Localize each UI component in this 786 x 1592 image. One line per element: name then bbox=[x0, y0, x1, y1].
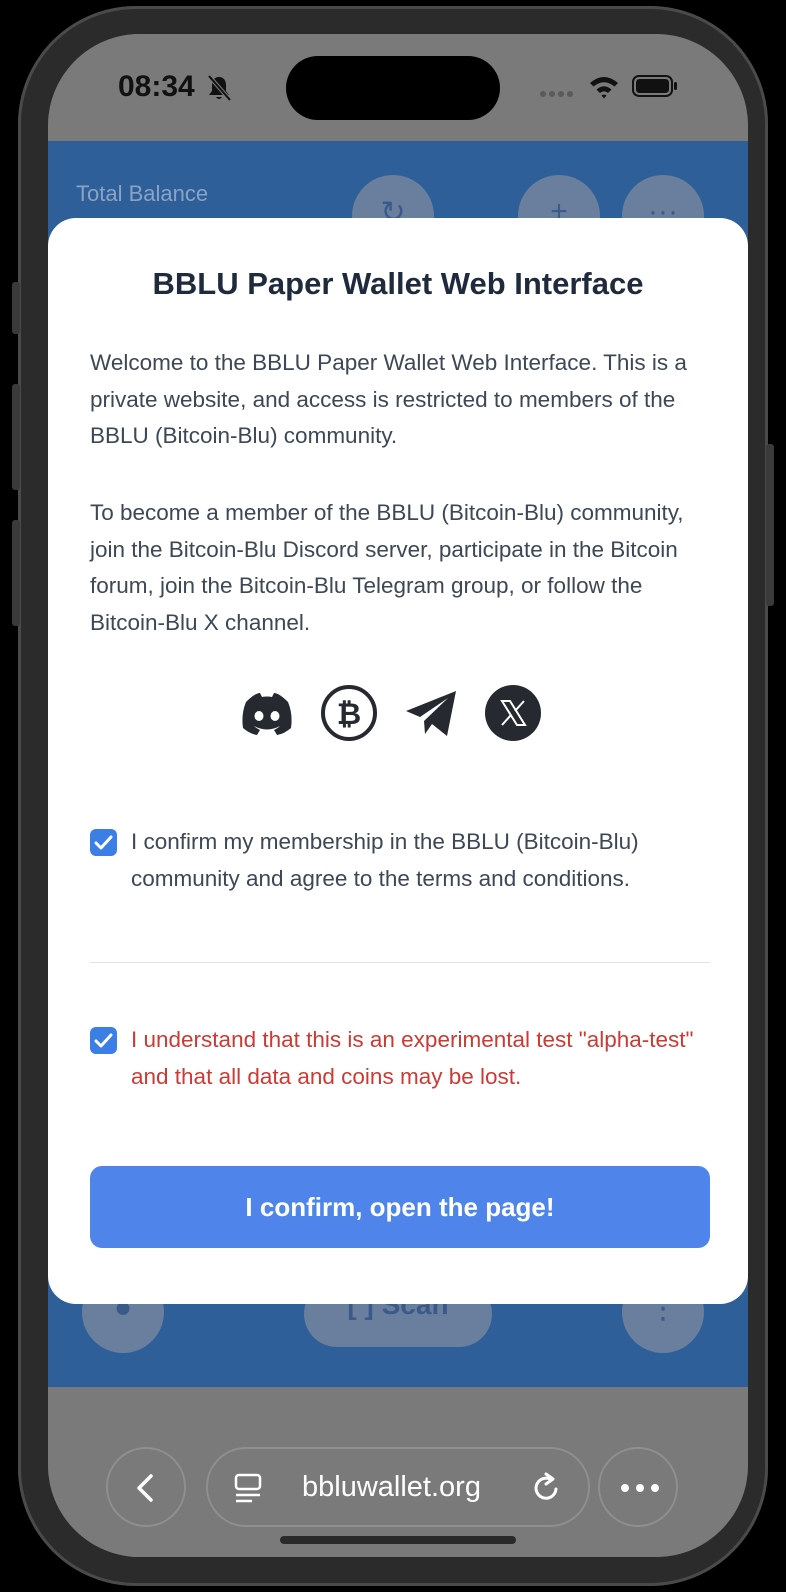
status-time: 08:34 bbox=[118, 70, 195, 103]
bell-slash-icon bbox=[207, 74, 232, 102]
address-bar[interactable]: bbluwallet.org bbox=[206, 1447, 590, 1527]
battery-icon bbox=[632, 75, 677, 97]
alpha-test-checkbox-label[interactable]: I understand that this is an experimenta… bbox=[131, 1022, 711, 1095]
cellular-signal-icon bbox=[540, 84, 576, 102]
svg-text:₿: ₿ bbox=[337, 697, 361, 732]
dynamic-island bbox=[286, 56, 500, 120]
x-icon[interactable] bbox=[484, 684, 542, 742]
browser-toolbar: bbluwallet.org bbox=[48, 1387, 748, 1557]
back-button[interactable] bbox=[106, 1447, 186, 1527]
ellipsis-icon bbox=[621, 1484, 659, 1492]
screen: Total Balance ↻ + ··· ● [ ] Scan ⋮ 08:34… bbox=[48, 34, 748, 1557]
home-indicator bbox=[280, 1536, 516, 1544]
wifi-icon bbox=[590, 77, 618, 99]
social-links: ₿ bbox=[238, 684, 558, 744]
status-bar: 08:34 bbox=[48, 34, 748, 141]
total-balance-label: Total Balance bbox=[76, 181, 209, 206]
telegram-icon[interactable] bbox=[402, 684, 460, 742]
confirm-open-page-button[interactable]: I confirm, open the page! bbox=[90, 1166, 710, 1248]
membership-checkbox[interactable] bbox=[90, 829, 117, 856]
membership-checkbox-label[interactable]: I confirm my membership in the BBLU (Bit… bbox=[131, 824, 711, 897]
power-button bbox=[766, 444, 774, 606]
volume-up-button bbox=[12, 384, 20, 490]
modal-title: BBLU Paper Wallet Web Interface bbox=[152, 266, 644, 301]
more-options-button[interactable] bbox=[598, 1447, 678, 1527]
volume-down-button bbox=[12, 520, 20, 626]
bitcoin-icon[interactable]: ₿ bbox=[320, 684, 378, 742]
access-modal: BBLU Paper Wallet Web Interface Welcome … bbox=[48, 218, 748, 1304]
action-button bbox=[12, 282, 20, 334]
checkmark-icon bbox=[94, 1033, 113, 1048]
url-text[interactable]: bbluwallet.org bbox=[302, 1471, 481, 1504]
alpha-test-checkbox[interactable] bbox=[90, 1027, 117, 1054]
reload-icon[interactable] bbox=[530, 1472, 562, 1504]
membership-paragraph: To become a member of the BBLU (Bitcoin-… bbox=[90, 500, 684, 635]
checkmark-icon bbox=[94, 835, 113, 850]
welcome-paragraph: Welcome to the BBLU Paper Wallet Web Int… bbox=[90, 350, 687, 448]
page-menu-icon[interactable] bbox=[234, 1473, 262, 1503]
chevron-left-icon bbox=[137, 1474, 153, 1502]
divider bbox=[90, 962, 710, 963]
discord-icon[interactable] bbox=[238, 684, 296, 742]
